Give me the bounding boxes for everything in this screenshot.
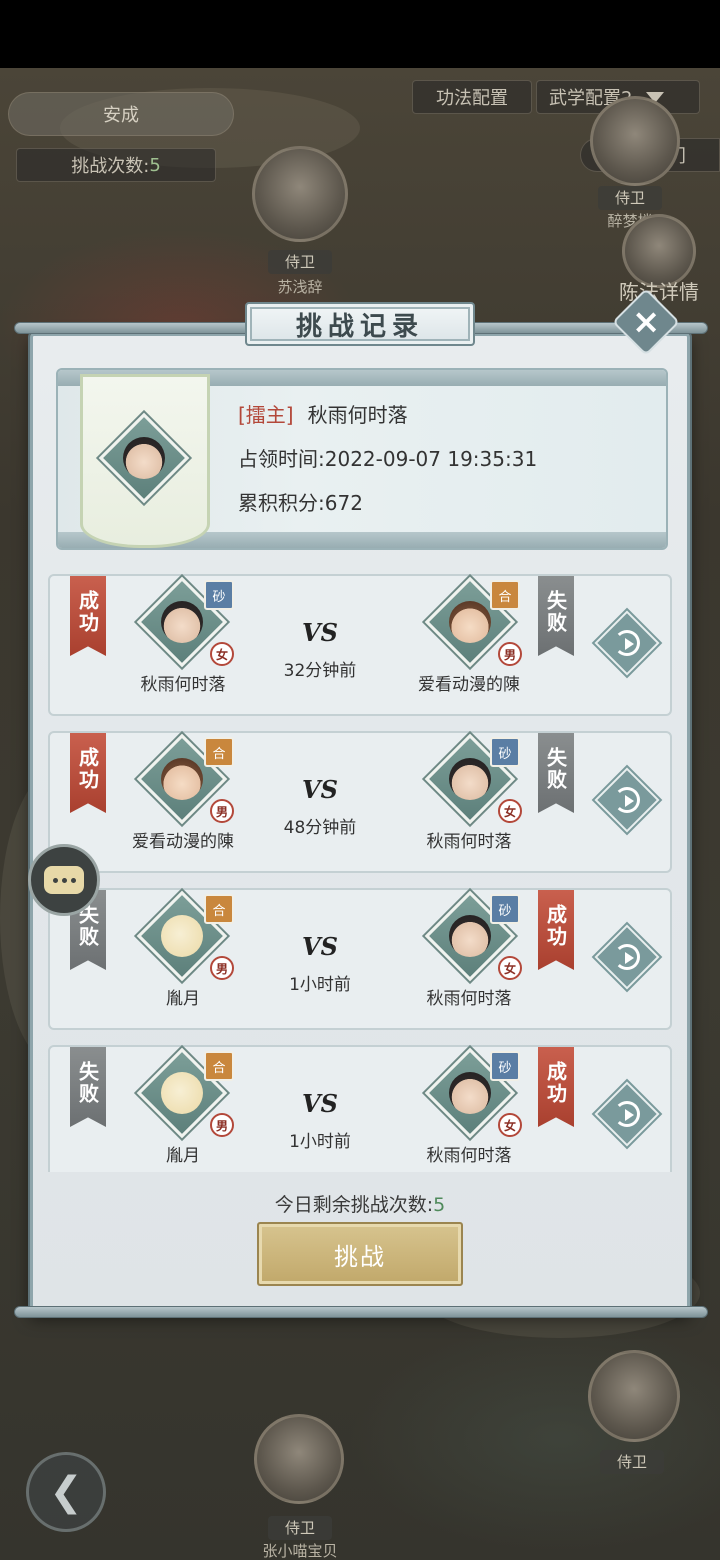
- host-tag: [擂主]: [238, 403, 294, 427]
- vs-label: VS: [302, 775, 338, 804]
- left-gender-badge: 女: [210, 642, 234, 666]
- right-gender-badge: 男: [498, 642, 522, 666]
- right-result-badge: 成功: [538, 1047, 574, 1127]
- right-gender-badge: 女: [498, 799, 522, 823]
- chat-button[interactable]: [28, 844, 100, 916]
- left-sect-flag: 合: [204, 737, 234, 767]
- left-result-badge: 成功: [70, 733, 106, 813]
- replay-button[interactable]: [594, 924, 660, 990]
- left-player-name: 胤月: [166, 989, 200, 1009]
- right-sect-flag: 砂: [490, 894, 520, 924]
- left-sect-flag: 砂: [204, 580, 234, 610]
- replay-icon: [614, 630, 640, 656]
- npc-guard-tag-top: 侍卫: [268, 250, 332, 274]
- left-player-name: 爱看动漫的陳: [132, 832, 234, 852]
- replay-icon: [614, 944, 640, 970]
- right-result-badge: 失败: [538, 733, 574, 813]
- time-ago: 48分钟前: [283, 818, 357, 838]
- left-player-name: 秋雨何时落: [140, 675, 226, 695]
- back-button[interactable]: ❮: [26, 1452, 106, 1532]
- npc-avatar-right[interactable]: [590, 96, 680, 186]
- remaining-label: 今日剩余挑战次数:: [274, 1194, 434, 1216]
- record-row: 失败 合 男 胤月 VS 1小时前 砂 女 秋雨何时落 成功: [48, 1045, 672, 1172]
- left-gender-badge: 男: [210, 799, 234, 823]
- right-player-name: 秋雨何时落: [426, 832, 512, 852]
- left-gender-badge: 男: [210, 1113, 234, 1137]
- score-label: 累积积分:: [238, 491, 325, 515]
- right-gender-badge: 女: [498, 1113, 522, 1137]
- remaining-value: 5: [433, 1194, 446, 1216]
- challenge-count-pill: 挑战次数: 5: [16, 148, 216, 182]
- right-result-badge: 成功: [538, 890, 574, 970]
- npc-avatar-top[interactable]: [252, 146, 348, 242]
- record-row: 成功 合 男 爱看动漫的陳 VS 48分钟前 砂 女 秋雨何时落 失败: [48, 731, 672, 873]
- npc-guard-tag-bottom: 侍卫: [268, 1516, 332, 1540]
- left-result-badge: 成功: [70, 576, 106, 656]
- host-name: 秋雨何时落: [307, 403, 408, 427]
- right-sect-flag: 砂: [490, 737, 520, 767]
- skill-config-button[interactable]: 功法配置: [412, 80, 532, 114]
- vs-label: VS: [302, 932, 338, 961]
- remaining-challenges: 今日剩余挑战次数:5: [30, 1190, 690, 1217]
- left-sect-flag: 合: [204, 1051, 234, 1081]
- challenge-count-value: 5: [149, 154, 161, 176]
- record-row: 失败 合 男 胤月 VS 1小时前 砂 女 秋雨何时落 成功: [48, 888, 672, 1030]
- score-value: 672: [324, 491, 363, 515]
- replay-button[interactable]: [594, 767, 660, 833]
- replay-icon: [614, 787, 640, 813]
- vs-label: VS: [302, 1089, 338, 1118]
- right-result-badge: 失败: [538, 576, 574, 656]
- left-player-name: 胤月: [166, 1146, 200, 1166]
- close-icon: ×: [631, 302, 661, 342]
- record-list[interactable]: 成功 砂 女 秋雨何时落 VS 32分钟前 合 男 爱看动漫的陳 失败 成功 合…: [46, 574, 674, 1172]
- npc-name-top: 苏浅辞: [277, 278, 323, 296]
- npc-avatar-bottom-right[interactable]: [588, 1350, 680, 1442]
- chat-icon: [44, 866, 84, 894]
- npc-guard-tag-right: 侍卫: [598, 186, 662, 210]
- host-info: [擂主] 秋雨何时落 占领时间:2022-09-07 19:35:31 累积积分:…: [238, 398, 537, 530]
- right-player-name: 秋雨何时落: [426, 1146, 512, 1166]
- challenge-count-label: 挑战次数:: [71, 156, 150, 177]
- occupy-time-label: 占领时间:: [238, 447, 325, 471]
- npc-guard-tag-bottom-right: 侍卫: [600, 1450, 664, 1474]
- left-sect-flag: 合: [204, 894, 234, 924]
- right-sect-flag: 合: [490, 580, 520, 610]
- right-gender-badge: 女: [498, 956, 522, 980]
- time-ago: 1小时前: [289, 975, 351, 995]
- location-pill[interactable]: 安成: [8, 92, 234, 136]
- scroll-rod-bottom: [14, 1306, 708, 1318]
- replay-icon: [614, 1101, 640, 1127]
- status-bar: [0, 0, 720, 68]
- left-result-badge: 失败: [70, 1047, 106, 1127]
- time-ago: 1小时前: [289, 1132, 351, 1152]
- host-card: [擂主] 秋雨何时落 占领时间:2022-09-07 19:35:31 累积积分:…: [56, 368, 668, 550]
- vs-label: VS: [302, 618, 338, 647]
- npc-avatar-bottom[interactable]: [254, 1414, 344, 1504]
- npc-name-bottom: 张小喵宝贝: [262, 1542, 338, 1560]
- time-ago: 32分钟前: [283, 661, 357, 681]
- record-row: 成功 砂 女 秋雨何时落 VS 32分钟前 合 男 爱看动漫的陳 失败: [48, 574, 672, 716]
- right-player-name: 爱看动漫的陳: [418, 675, 520, 695]
- right-sect-flag: 砂: [490, 1051, 520, 1081]
- back-arrow-icon: ❮: [49, 1469, 83, 1515]
- occupy-time-value: 2022-09-07 19:35:31: [324, 447, 538, 471]
- replay-button[interactable]: [594, 610, 660, 676]
- right-player-name: 秋雨何时落: [426, 989, 512, 1009]
- dialog-title: 挑战记录: [245, 302, 475, 346]
- left-gender-badge: 男: [210, 956, 234, 980]
- replay-button[interactable]: [594, 1081, 660, 1147]
- challenge-button[interactable]: 挑战: [257, 1222, 463, 1286]
